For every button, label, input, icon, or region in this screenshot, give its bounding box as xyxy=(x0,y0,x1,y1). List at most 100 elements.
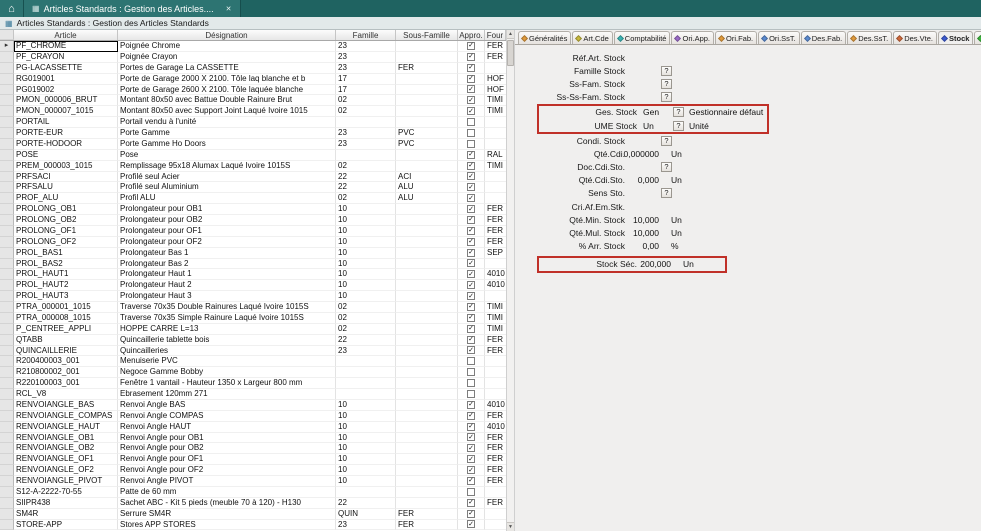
row-selector[interactable] xyxy=(0,367,14,378)
cell-sous-famille[interactable] xyxy=(396,95,458,106)
cell-article[interactable]: RENVOIANGLE_OF1 xyxy=(14,454,118,465)
cell-famille[interactable] xyxy=(336,378,396,389)
cell-four[interactable] xyxy=(485,117,506,128)
cell-four[interactable]: 4010 xyxy=(485,422,506,433)
col-header-d-signation[interactable]: Désignation xyxy=(118,30,336,40)
cell-designation[interactable]: Renvoi Angle HAUT xyxy=(118,422,336,433)
row-selector[interactable] xyxy=(0,248,14,259)
appro-checkbox[interactable] xyxy=(467,379,475,387)
cell-appro[interactable] xyxy=(458,106,485,117)
cell-sous-famille[interactable] xyxy=(396,85,458,96)
cell-appro[interactable] xyxy=(458,335,485,346)
appro-checkbox[interactable] xyxy=(467,249,475,257)
home-button[interactable]: ⌂ xyxy=(0,0,24,17)
row-selector[interactable] xyxy=(0,259,14,270)
cell-famille[interactable]: 23 xyxy=(336,52,396,63)
cell-article[interactable]: PTRA_000008_1015 xyxy=(14,313,118,324)
appro-checkbox[interactable] xyxy=(467,194,475,202)
cell-four[interactable]: FER xyxy=(485,498,506,509)
appro-checkbox[interactable] xyxy=(467,64,475,72)
cell-sous-famille[interactable] xyxy=(396,248,458,259)
cell-article[interactable]: P_CENTREE_APPLI xyxy=(14,324,118,335)
cell-four[interactable]: TIMI xyxy=(485,324,506,335)
table-row[interactable]: PROLONG_OF2Prolongateur pour OF210FER xyxy=(0,237,506,248)
help-button[interactable]: ? xyxy=(673,107,684,117)
cell-famille[interactable]: 10 xyxy=(336,269,396,280)
cell-four[interactable]: FER xyxy=(485,41,506,52)
cell-designation[interactable]: Renvoi Angle pour OF1 xyxy=(118,454,336,465)
cell-four[interactable]: RAL xyxy=(485,150,506,161)
cell-appro[interactable] xyxy=(458,378,485,389)
appro-checkbox[interactable] xyxy=(467,325,475,333)
cell-famille[interactable] xyxy=(336,367,396,378)
cell-sous-famille[interactable] xyxy=(396,41,458,52)
cell-designation[interactable]: Renvoi Angle BAS xyxy=(118,400,336,411)
appro-checkbox[interactable] xyxy=(467,53,475,61)
cell-article[interactable]: PMON_000007_1015 xyxy=(14,106,118,117)
cell-designation[interactable]: Poignée Crayon xyxy=(118,52,336,63)
cell-article[interactable]: PTRA_000001_1015 xyxy=(14,302,118,313)
cell-sous-famille[interactable] xyxy=(396,117,458,128)
cell-famille[interactable]: 10 xyxy=(336,422,396,433)
cell-appro[interactable] xyxy=(458,280,485,291)
cell-designation[interactable]: Montant 80x50 avec Battue Double Rainure… xyxy=(118,95,336,106)
cell-designation[interactable]: Traverse 70x35 Double Rainures Laqué Ivo… xyxy=(118,302,336,313)
cell-article[interactable]: RENVOIANGLE_PIVOT xyxy=(14,476,118,487)
col-header-famille[interactable]: Famille xyxy=(336,30,396,40)
table-row[interactable]: PROLONG_OF1Prolongateur pour OF110FER xyxy=(0,226,506,237)
cell-famille[interactable] xyxy=(336,356,396,367)
table-row[interactable]: PG-LACASSETTEPortes de Garage La CASSETT… xyxy=(0,63,506,74)
cell-designation[interactable]: Prolongateur pour OB2 xyxy=(118,215,336,226)
cell-article[interactable]: RENVOIANGLE_COMPAS xyxy=(14,411,118,422)
cell-famille[interactable]: 02 xyxy=(336,324,396,335)
cell-four[interactable]: TIMI xyxy=(485,95,506,106)
cell-four[interactable]: FER xyxy=(485,443,506,454)
cell-article[interactable]: SIIPR438 xyxy=(14,498,118,509)
cell-article[interactable]: RENVOIANGLE_OB1 xyxy=(14,433,118,444)
cell-famille[interactable]: 22 xyxy=(336,498,396,509)
appro-checkbox[interactable] xyxy=(467,520,475,528)
cell-appro[interactable] xyxy=(458,291,485,302)
appro-checkbox[interactable] xyxy=(467,129,475,137)
row-selector[interactable] xyxy=(0,454,14,465)
table-row[interactable]: PROL_HAUT1Prolongateur Haut 1104010 xyxy=(0,269,506,280)
cell-famille[interactable]: 23 xyxy=(336,139,396,150)
row-selector[interactable] xyxy=(0,204,14,215)
cell-famille[interactable]: 10 xyxy=(336,259,396,270)
cell-sous-famille[interactable] xyxy=(396,150,458,161)
cell-four[interactable]: FER xyxy=(485,476,506,487)
table-row[interactable]: RENVOIANGLE_OF1Renvoi Angle pour OF110FE… xyxy=(0,454,506,465)
cell-famille[interactable]: 10 xyxy=(336,291,396,302)
cell-designation[interactable]: Prolongateur pour OF1 xyxy=(118,226,336,237)
appro-checkbox[interactable] xyxy=(467,499,475,507)
cell-appro[interactable] xyxy=(458,411,485,422)
cell-famille[interactable]: 10 xyxy=(336,204,396,215)
appro-checkbox[interactable] xyxy=(467,401,475,409)
table-row[interactable]: PMON_000006_BRUTMontant 80x50 avec Battu… xyxy=(0,95,506,106)
cell-appro[interactable] xyxy=(458,172,485,183)
cell-article[interactable]: PROLONG_OF2 xyxy=(14,237,118,248)
row-selector[interactable] xyxy=(0,150,14,161)
appro-checkbox[interactable] xyxy=(467,292,475,300)
cell-four[interactable]: TIMI xyxy=(485,161,506,172)
cell-sous-famille[interactable] xyxy=(396,443,458,454)
help-button[interactable]: ? xyxy=(661,188,672,198)
cell-article[interactable]: PROL_BAS1 xyxy=(14,248,118,259)
cell-designation[interactable]: Prolongateur Haut 2 xyxy=(118,280,336,291)
row-selector[interactable] xyxy=(0,487,14,498)
appro-checkbox[interactable] xyxy=(467,140,475,148)
row-selector[interactable] xyxy=(0,161,14,172)
cell-sous-famille[interactable] xyxy=(396,367,458,378)
table-row[interactable]: PROL_BAS1Prolongateur Bas 110SEP xyxy=(0,248,506,259)
row-selector[interactable] xyxy=(0,433,14,444)
cell-sous-famille[interactable] xyxy=(396,313,458,324)
tab-des-fab[interactable]: Des.Fab. xyxy=(801,31,846,45)
scroll-track[interactable] xyxy=(507,66,514,522)
appro-checkbox[interactable] xyxy=(467,390,475,398)
row-selector[interactable] xyxy=(0,324,14,335)
row-selector[interactable] xyxy=(0,291,14,302)
cell-appro[interactable] xyxy=(458,128,485,139)
row-selector[interactable] xyxy=(0,237,14,248)
cell-four[interactable]: FER xyxy=(485,433,506,444)
cell-designation[interactable]: Renvoi Angle COMPAS xyxy=(118,411,336,422)
